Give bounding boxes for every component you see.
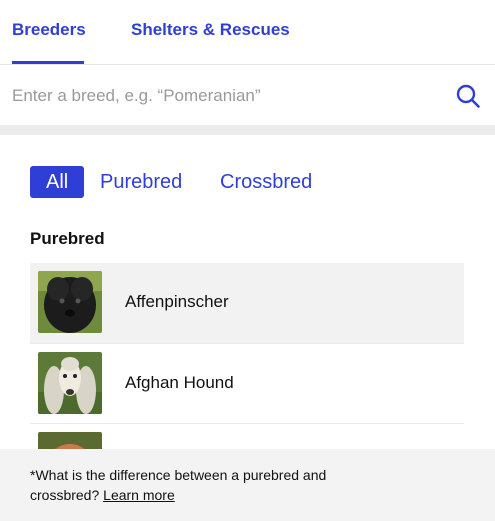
section-title: Purebred — [30, 229, 105, 248]
filter-purebred[interactable]: Purebred — [100, 166, 182, 198]
breed-name: Afghan Hound — [125, 373, 234, 392]
breed-list-item[interactable]: Afghan Hound — [30, 343, 464, 423]
breed-thumbnail — [38, 352, 102, 414]
filter-crossbred[interactable]: Crossbred — [220, 166, 312, 198]
tab-shelters-rescues[interactable]: Shelters & Rescues — [131, 20, 290, 40]
breed-thumbnail — [38, 271, 102, 333]
active-tab-indicator — [12, 61, 84, 64]
search-input[interactable] — [12, 83, 432, 109]
divider-band — [0, 125, 495, 135]
filter-all[interactable]: All — [30, 166, 85, 198]
tab-breeders[interactable]: Breeders — [12, 20, 86, 40]
learn-more-link[interactable]: Learn more — [103, 487, 175, 503]
search-bar — [0, 65, 495, 125]
search-icon[interactable] — [455, 83, 481, 109]
footer-note: *What is the difference between a purebr… — [0, 449, 495, 521]
breed-list-item[interactable]: Affenpinscher — [30, 263, 464, 343]
tab-bar: Breeders Shelters & Rescues — [0, 0, 495, 65]
footer-note-text: *What is the difference between a purebr… — [30, 465, 390, 505]
breed-name: Affenpinscher — [125, 292, 229, 311]
note-text: *What is the difference between a purebr… — [30, 467, 327, 503]
